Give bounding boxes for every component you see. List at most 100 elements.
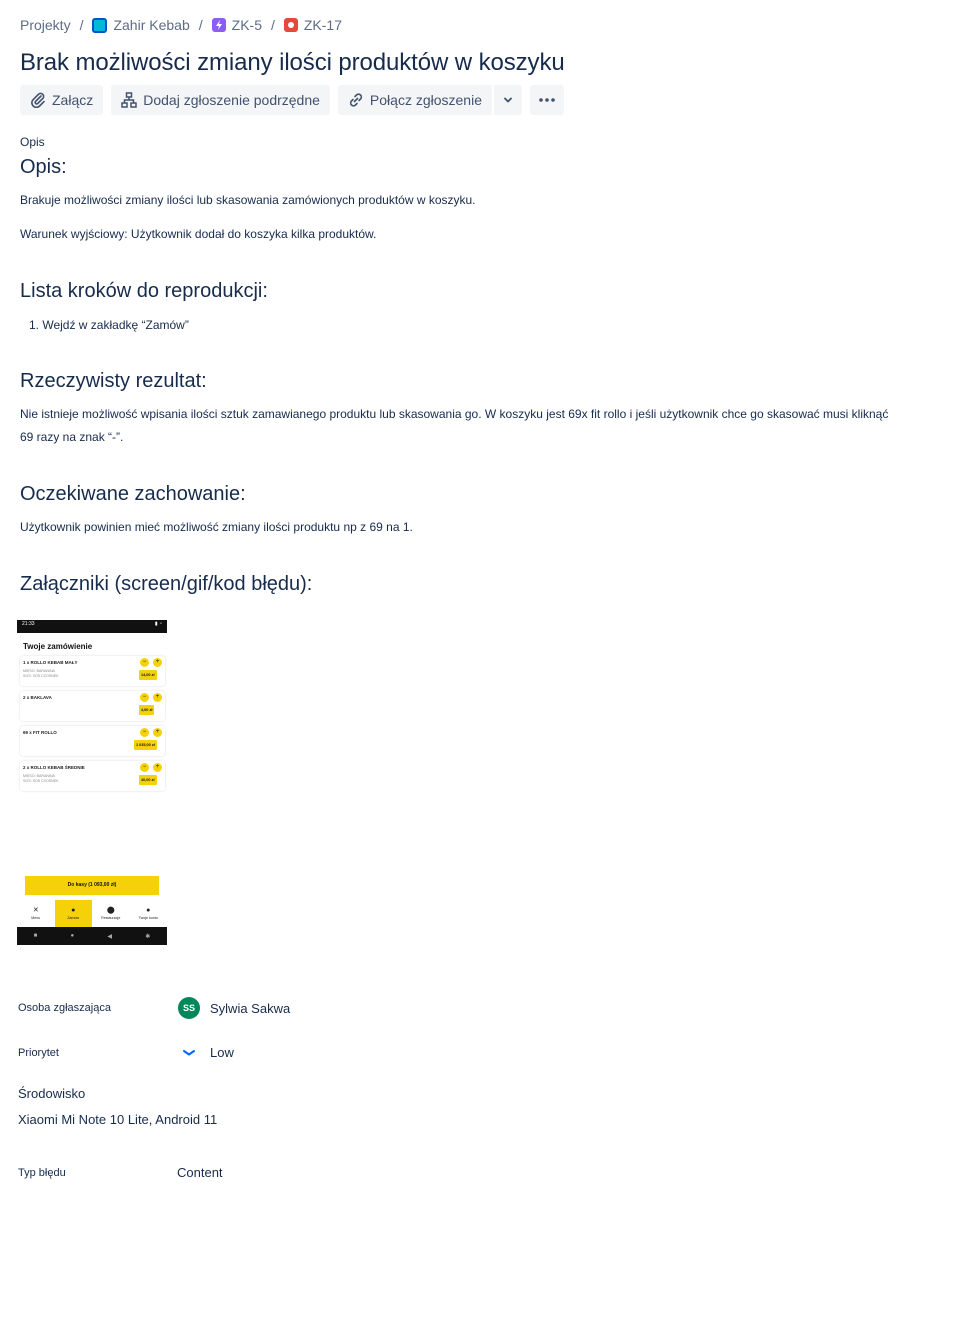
phone-tab-account: ● Twoje konto bbox=[130, 900, 168, 927]
link-icon bbox=[349, 93, 363, 107]
bug-type-value[interactable]: Content bbox=[177, 1165, 223, 1180]
basket-icon: ● bbox=[71, 907, 76, 914]
location-pin-icon: ⬤ bbox=[106, 907, 115, 914]
minus-button: − bbox=[140, 728, 149, 737]
steps-list: 1. Wejdź w zakładkę “Zamów” bbox=[29, 315, 189, 335]
phone-tab-label: Menu bbox=[31, 916, 41, 920]
phone-tab-label: Zamów bbox=[67, 916, 80, 920]
link-issue-dropdown[interactable] bbox=[493, 85, 522, 115]
order-item-price: 1 035,00 zł bbox=[134, 740, 157, 750]
breadcrumb-project[interactable]: Zahir Kebab bbox=[92, 17, 190, 33]
order-item: 2 x BAKLAVA − + 4,00 zł bbox=[20, 691, 165, 721]
more-actions-button[interactable] bbox=[529, 85, 564, 115]
list-item: 1. Wejdź w zakładkę “Zamów” bbox=[29, 318, 189, 332]
nav-home-icon: ● bbox=[70, 933, 75, 939]
cutlery-icon: ✕ bbox=[32, 907, 39, 914]
order-item: 2 x ROLLO KEBAB ŚREDNIE MIĘSO: BARANINA S… bbox=[20, 761, 165, 791]
expected-paragraph: Użytkownik powinien mieć możliwość zmian… bbox=[20, 520, 413, 534]
more-icon bbox=[539, 98, 555, 102]
breadcrumb-separator: / bbox=[270, 17, 275, 33]
order-item-desc: MIĘSO: BARANINA SOS: SOS CZOSNEK bbox=[23, 669, 59, 678]
epic-icon bbox=[211, 18, 226, 32]
phone-tab-label: Twoje konto bbox=[138, 916, 158, 920]
reporter-label: Osoba zgłaszająca bbox=[18, 1002, 111, 1014]
breadcrumb-project-label: Zahir Kebab bbox=[113, 17, 190, 33]
order-item-price: 14,00 zł bbox=[139, 670, 157, 680]
breadcrumb: Projekty / Zahir Kebab / ZK-5 / ZK-17 bbox=[20, 16, 342, 34]
precondition-paragraph: Warunek wyjściowy: Użytkownik dodał do k… bbox=[20, 227, 377, 241]
accessibility-icon: ✱ bbox=[145, 933, 151, 940]
priority-label: Priorytet bbox=[18, 1047, 59, 1059]
order-item-name: 69 x FIT ROLLO bbox=[23, 730, 57, 735]
checkout-button: Do kasy (1 093,00 zł) bbox=[25, 876, 159, 895]
actual-result-heading: Rzeczywisty rezultat: bbox=[20, 370, 207, 392]
priority-low-icon bbox=[183, 1049, 195, 1055]
order-item-price: 40,00 zł bbox=[139, 775, 157, 785]
phone-nav-bar: ■ ● ◀ ✱ bbox=[17, 927, 167, 945]
order-item-name: 2 x ROLLO KEBAB ŚREDNIE bbox=[23, 765, 85, 770]
order-item-name: 1 x ROLLO KEBAB MAŁY bbox=[23, 660, 78, 665]
phone-tab-order: ● Zamów bbox=[54, 900, 92, 927]
reporter-name: Sylwia Sakwa bbox=[210, 1000, 291, 1016]
link-issue-group: Połącz zgłoszenie bbox=[337, 85, 522, 115]
paperclip-icon bbox=[31, 92, 45, 108]
priority-text: Low bbox=[210, 1045, 234, 1060]
environment-label: Środowisko bbox=[18, 1086, 86, 1101]
description-heading: Opis: bbox=[20, 156, 67, 178]
nav-square-icon: ■ bbox=[33, 933, 38, 939]
order-sheet-title: Twoje zamówienie bbox=[17, 633, 167, 657]
description-field-label: Opis bbox=[20, 135, 45, 149]
project-icon bbox=[92, 17, 108, 33]
breadcrumb-issue[interactable]: ZK-17 bbox=[283, 17, 342, 33]
breadcrumb-projects[interactable]: Projekty bbox=[20, 17, 71, 33]
nav-back-icon: ◀ bbox=[107, 933, 113, 940]
avatar: SS bbox=[178, 997, 200, 1019]
order-item: 69 x FIT ROLLO − + 1 035,00 zł bbox=[20, 726, 165, 756]
attach-button[interactable]: Załącz bbox=[20, 85, 104, 115]
chevron-down-icon bbox=[504, 97, 512, 103]
breadcrumb-separator: / bbox=[79, 17, 84, 33]
user-icon: ● bbox=[146, 907, 151, 914]
issue-toolbar: Załącz Dodaj zgłoszenie podrzędne Połącz… bbox=[20, 85, 564, 115]
link-issue-label: Połącz zgłoszenie bbox=[369, 92, 482, 108]
attachments-heading: Załączniki (screen/gif/kod błędu): bbox=[20, 573, 313, 595]
attachment-image[interactable]: 21:33 ▮ ◔ Twoje zamówienie 1 x ROLLO KEB… bbox=[17, 620, 167, 945]
phone-status-icons: ▮ ◔ bbox=[154, 621, 162, 627]
phone-status-bar: 21:33 ▮ ◔ bbox=[17, 620, 167, 629]
plus-button: + bbox=[153, 658, 162, 667]
expected-heading: Oczekiwane zachowanie: bbox=[20, 483, 246, 505]
add-child-issue-label: Dodaj zgłoszenie podrzędne bbox=[143, 92, 320, 108]
order-item-desc: MIĘSO: BARANINA SOS: SOS CZOSNEK bbox=[23, 774, 59, 783]
description-paragraph: Brakuje możliwości zmiany ilości lub ska… bbox=[20, 193, 476, 207]
actual-result-line: Nie istnieje możliwość wpisania ilości s… bbox=[20, 407, 889, 421]
environment-value[interactable]: Xiaomi Mi Note 10 Lite, Android 11 bbox=[18, 1112, 217, 1127]
minus-button: − bbox=[140, 658, 149, 667]
bug-type-label: Typ błędu bbox=[18, 1167, 66, 1179]
breadcrumb-epic-label: ZK-5 bbox=[231, 17, 262, 33]
order-item-price: 4,00 zł bbox=[139, 705, 155, 715]
breadcrumb-issue-label: ZK-17 bbox=[303, 17, 342, 33]
bug-icon bbox=[283, 18, 298, 32]
phone-tab-bar: ✕ Menu ● Zamów ⬤ Restauracje ● Twoje kon… bbox=[17, 900, 167, 927]
actual-result-line: 69 razy na znak “-”. bbox=[20, 430, 124, 444]
minus-button: − bbox=[140, 693, 149, 702]
order-item-name: 2 x BAKLAVA bbox=[23, 695, 52, 700]
minus-button: − bbox=[140, 763, 149, 772]
plus-button: + bbox=[153, 763, 162, 772]
phone-tab-restaurants: ⬤ Restauracje bbox=[92, 900, 130, 927]
issue-title[interactable]: Brak możliwości zmiany ilości produktów … bbox=[20, 49, 565, 77]
step-text: Wejdź w zakładkę “Zamów” bbox=[42, 318, 189, 332]
phone-time: 21:33 bbox=[22, 621, 35, 627]
steps-heading: Lista kroków do reprodukcji: bbox=[20, 280, 268, 302]
bug-type-text: Content bbox=[177, 1165, 223, 1180]
phone-tab-label: Restauracje bbox=[101, 916, 121, 920]
link-issue-button[interactable]: Połącz zgłoszenie bbox=[337, 85, 492, 115]
hierarchy-icon bbox=[121, 92, 137, 108]
breadcrumb-separator: / bbox=[198, 17, 203, 33]
reporter-value[interactable]: SS Sylwia Sakwa bbox=[178, 997, 290, 1019]
breadcrumb-epic[interactable]: ZK-5 bbox=[211, 17, 262, 33]
attach-button-label: Załącz bbox=[52, 92, 94, 108]
add-child-issue-button[interactable]: Dodaj zgłoszenie podrzędne bbox=[111, 85, 330, 115]
priority-value[interactable]: Low bbox=[178, 1045, 234, 1060]
plus-button: + bbox=[153, 728, 162, 737]
